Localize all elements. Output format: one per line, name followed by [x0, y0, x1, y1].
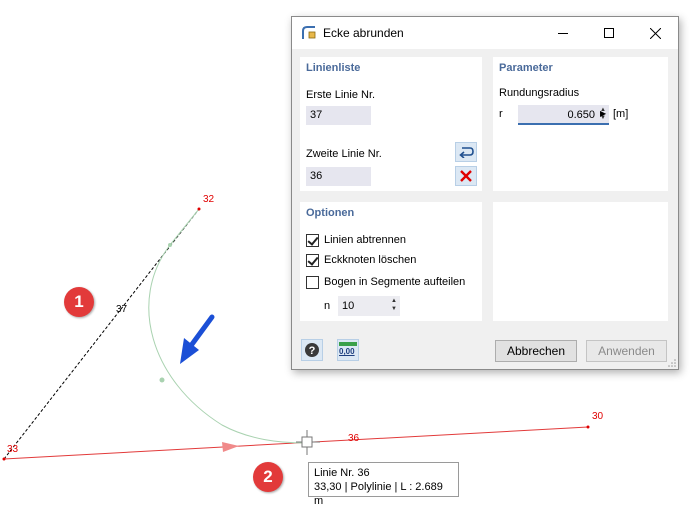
maximize-button[interactable]: [586, 17, 632, 49]
help-icon: ?: [305, 343, 319, 357]
return-arrow-icon: [459, 147, 474, 158]
svg-text:?: ?: [309, 345, 316, 357]
panel-optionen: Optionen Linien abtrennen Eckknoten lösc…: [300, 202, 482, 321]
spin-arrows-icon[interactable]: ▲ ▼: [390, 297, 398, 313]
split-lines-label: Linien abtrennen: [324, 234, 406, 246]
radius-spinbox[interactable]: 0.650 ▲ ▼: [518, 105, 609, 125]
node-30[interactable]: [586, 425, 590, 429]
help-button[interactable]: ?: [301, 339, 323, 361]
segments-spinbox[interactable]: 10 ▲ ▼: [338, 296, 400, 316]
cursor-crosshair-icon: [296, 430, 320, 455]
fillet-icon: [302, 26, 316, 39]
radius-value: 0.650: [567, 109, 595, 121]
callout-badge-2: 2: [253, 462, 283, 492]
units-icon-text: 0,00: [339, 347, 355, 356]
line-label-37: 37: [116, 304, 128, 315]
fillet-corner-dialog: Ecke abrunden Linienliste Erste Linie Nr…: [291, 16, 679, 370]
split-arc-segments-checkbox[interactable]: [306, 275, 319, 289]
delete-corner-node-label: Eckknoten löschen: [324, 254, 417, 266]
first-line-label: Erste Linie Nr.: [306, 89, 376, 101]
node-label-30: 30: [592, 411, 604, 422]
line-36-direction-arrow: [222, 442, 239, 452]
second-line-input[interactable]: 36: [306, 167, 371, 186]
maximize-icon: [604, 28, 614, 38]
segments-value: 10: [342, 300, 355, 312]
node-33[interactable]: [2, 457, 6, 461]
node-32[interactable]: [197, 207, 201, 211]
panel-linienliste: Linienliste Erste Linie Nr. 37 Zweite Li…: [300, 57, 482, 191]
fillet-arc-preview: [148, 244, 307, 444]
panel-title-linienliste: Linienliste: [306, 62, 361, 74]
option-delete-corner-node[interactable]: Eckknoten löschen: [306, 252, 416, 268]
arc-point: [168, 243, 172, 247]
node-label-32: 32: [203, 194, 215, 205]
radius-expand-icon[interactable]: ▶: [600, 109, 606, 118]
option-split-arc-segments[interactable]: Bogen in Segmente aufteilen: [306, 274, 465, 290]
cancel-button[interactable]: Abbrechen: [495, 340, 577, 362]
close-button[interactable]: [632, 17, 678, 49]
panel-title-optionen: Optionen: [306, 207, 355, 219]
delete-corner-node-checkbox[interactable]: [306, 253, 319, 267]
units-icon: 0,00: [339, 342, 357, 358]
units-button[interactable]: 0,00: [337, 339, 359, 361]
fillet-arc-tangent: [169, 208, 200, 246]
tooltip-line-number: Linie Nr. 36: [314, 467, 370, 479]
apply-button[interactable]: Anwenden: [586, 340, 667, 362]
callout-badge-1: 1: [64, 287, 94, 317]
dialog-title: Ecke abrunden: [323, 26, 404, 40]
split-arc-segments-label: Bogen in Segmente aufteilen: [324, 276, 466, 288]
pick-lines-button[interactable]: [455, 142, 477, 162]
tooltip-line-info: 33,30 | Polylinie | L : 2.689 m: [314, 481, 443, 507]
line-label-36: 36: [348, 433, 360, 444]
minimize-button[interactable]: [540, 17, 586, 49]
dialog-titlebar[interactable]: Ecke abrunden: [292, 17, 678, 49]
panel-parameter: Parameter Rundungsradius r 0.650 ▲ ▼ ▶ [m…: [493, 57, 668, 191]
minimize-icon: [558, 32, 568, 34]
panel-empty: [493, 202, 668, 321]
node-label-33: 33: [7, 444, 19, 455]
blue-pointer-arrow: [180, 314, 215, 364]
r-symbol-label: r: [499, 108, 503, 120]
clear-selection-button[interactable]: [455, 166, 477, 186]
option-split-lines[interactable]: Linien abtrennen: [306, 232, 406, 248]
first-line-input[interactable]: 37: [306, 106, 371, 125]
panel-title-parameter: Parameter: [499, 62, 553, 74]
radius-label: Rundungsradius: [499, 87, 580, 99]
resize-grip-icon[interactable]: [668, 359, 676, 367]
second-line-label: Zweite Linie Nr.: [306, 148, 382, 160]
arc-point: [159, 377, 165, 383]
segments-n-label: n: [324, 300, 331, 312]
close-icon: [649, 27, 661, 39]
delete-x-icon: [460, 170, 472, 182]
split-lines-checkbox[interactable]: [306, 233, 319, 247]
radius-unit: [m]: [613, 108, 629, 120]
line-tooltip: Linie Nr. 36 33,30 | Polylinie | L : 2.6…: [308, 462, 459, 507]
